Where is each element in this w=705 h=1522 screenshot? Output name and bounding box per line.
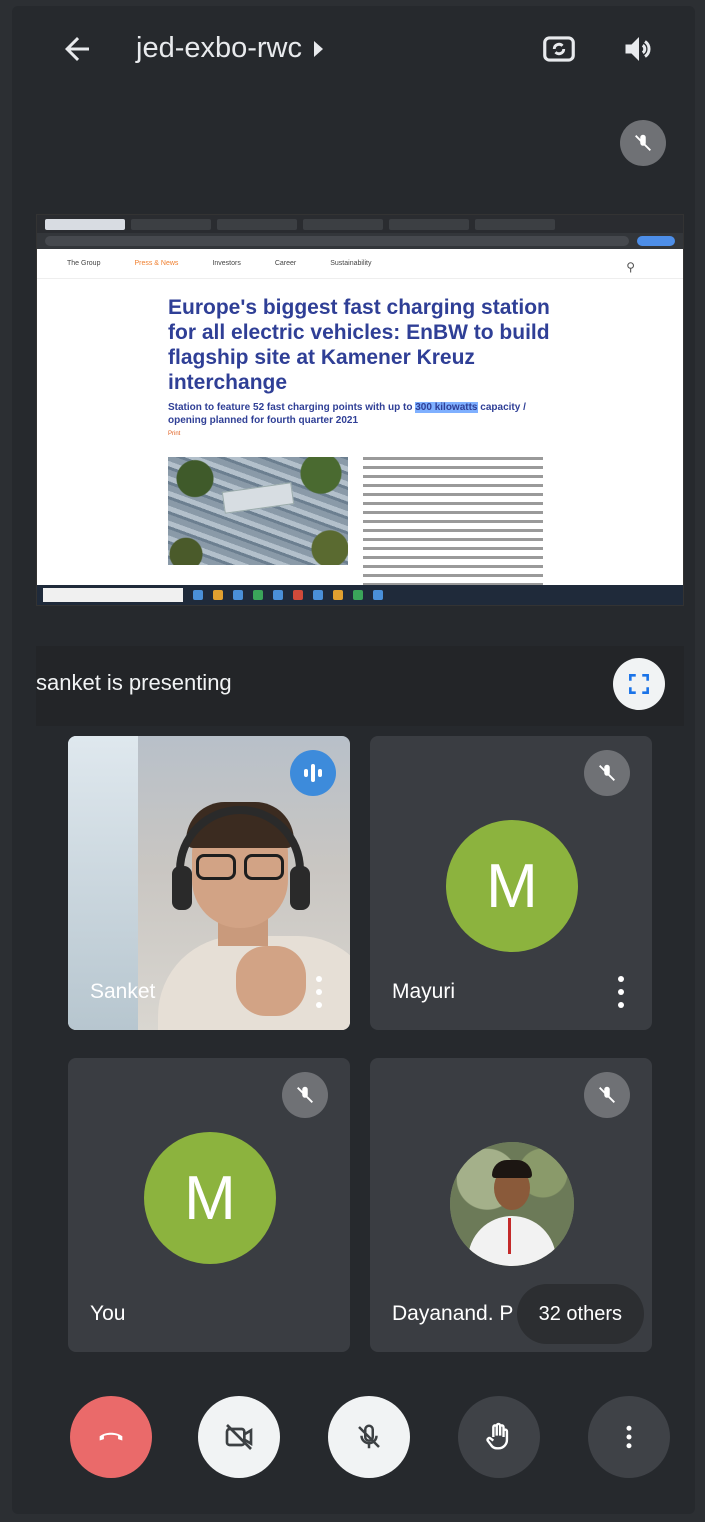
site-nav-item: Investors xyxy=(212,260,241,267)
browser-tabs xyxy=(37,215,683,233)
browser-tab xyxy=(45,218,125,230)
site-nav-item: Press & News xyxy=(134,260,179,267)
camera-off-icon xyxy=(225,1424,253,1450)
mic-off-icon xyxy=(584,1072,630,1118)
back-arrow-icon xyxy=(65,37,89,61)
participant-tile-mayuri[interactable]: M Mayuri xyxy=(370,736,652,1030)
site-search-icon: ⚲ xyxy=(626,260,635,274)
browser-tab xyxy=(475,218,555,230)
browser-address-bar xyxy=(37,233,683,249)
browser-tab xyxy=(389,218,469,230)
call-controls xyxy=(12,1386,695,1486)
presenting-label: sanket is presenting xyxy=(36,670,232,695)
taskbar-icon xyxy=(233,590,243,600)
participant-tile-sanket[interactable]: Sanket xyxy=(68,736,350,1030)
fullscreen-button[interactable] xyxy=(613,658,665,710)
others-count-button[interactable]: 32 others xyxy=(516,1284,644,1344)
taskbar-icon xyxy=(373,590,383,600)
switch-camera-button[interactable] xyxy=(534,24,584,74)
article-title: Europe's biggest fast charging station f… xyxy=(168,296,550,394)
top-bar: jed-exbo-rwc xyxy=(12,6,695,96)
mic-off-icon xyxy=(635,134,651,151)
taskbar-search xyxy=(43,588,183,602)
print-link: Print xyxy=(168,431,181,437)
taskbar-icon xyxy=(353,590,363,600)
presenter-muted-indicator xyxy=(620,120,666,166)
camera-toggle-button[interactable] xyxy=(198,1396,280,1478)
mic-off-icon xyxy=(282,1072,328,1118)
windows-taskbar xyxy=(37,585,683,605)
article-subtitle-highlight: 300 kilowatts xyxy=(415,402,478,413)
participant-more-icon[interactable] xyxy=(616,976,626,1008)
more-vert-icon xyxy=(626,1425,632,1449)
mic-off-icon xyxy=(358,1424,380,1449)
meeting-code-text: jed-exbo-rwc xyxy=(136,32,302,64)
meeting-code[interactable]: jed-exbo-rwc xyxy=(136,32,323,65)
site-nav-item: Sustainability xyxy=(330,260,372,267)
switch-camera-icon xyxy=(543,36,575,62)
site-nav-item: Career xyxy=(274,260,297,267)
shared-screen[interactable]: The Group Press & News Investors Career … xyxy=(36,214,684,606)
avatar xyxy=(450,1142,574,1266)
participant-name: Mayuri xyxy=(392,980,456,1003)
avatar: M xyxy=(446,820,578,952)
taskbar-icon xyxy=(293,590,303,600)
participant-name: Dayanand. P xyxy=(392,1302,514,1325)
raise-hand-icon xyxy=(486,1422,509,1450)
article-subtitle: Station to feature 52 fast charging poin… xyxy=(168,401,558,427)
mic-toggle-button[interactable] xyxy=(328,1396,410,1478)
participant-tile-dayanand[interactable]: Dayanand. P 32 others xyxy=(370,1058,652,1352)
audio-output-button[interactable] xyxy=(614,24,664,74)
speaking-indicator-icon xyxy=(290,750,336,796)
browser-tab xyxy=(217,218,297,230)
participant-more-icon[interactable] xyxy=(314,976,324,1008)
meet-screen: jed-exbo-rwc The Group Press & News Inve… xyxy=(12,6,695,1514)
speaker-icon xyxy=(625,37,651,61)
participant-name: Sanket xyxy=(90,980,156,1003)
end-call-button[interactable] xyxy=(70,1396,152,1478)
taskbar-icon xyxy=(333,590,343,600)
article-body xyxy=(363,457,543,601)
taskbar-icon xyxy=(313,590,323,600)
taskbar-icon xyxy=(253,590,263,600)
back-button[interactable] xyxy=(52,24,102,74)
participant-name: You xyxy=(90,1302,126,1325)
raise-hand-button[interactable] xyxy=(458,1396,540,1478)
taskbar-icon xyxy=(273,590,283,600)
browser-tab xyxy=(303,218,383,230)
site-nav-item: The Group xyxy=(67,260,101,267)
browser-tab xyxy=(131,218,211,230)
article-image xyxy=(168,457,348,565)
mic-off-icon xyxy=(584,750,630,796)
browser-profile xyxy=(637,236,675,246)
taskbar-icon xyxy=(213,590,223,600)
more-options-button[interactable] xyxy=(588,1396,670,1478)
fullscreen-icon xyxy=(629,674,649,694)
taskbar-icon xyxy=(193,590,203,600)
site-nav: The Group Press & News Investors Career … xyxy=(37,249,683,279)
chevron-right-icon xyxy=(314,40,323,57)
avatar: M xyxy=(144,1132,276,1264)
hang-up-icon xyxy=(99,1432,123,1441)
article-subtitle-start: Station to feature 52 fast charging poin… xyxy=(168,402,413,413)
participant-tile-you[interactable]: M You xyxy=(68,1058,350,1352)
url-field xyxy=(45,236,629,246)
article: Europe's biggest fast charging station f… xyxy=(168,295,558,437)
